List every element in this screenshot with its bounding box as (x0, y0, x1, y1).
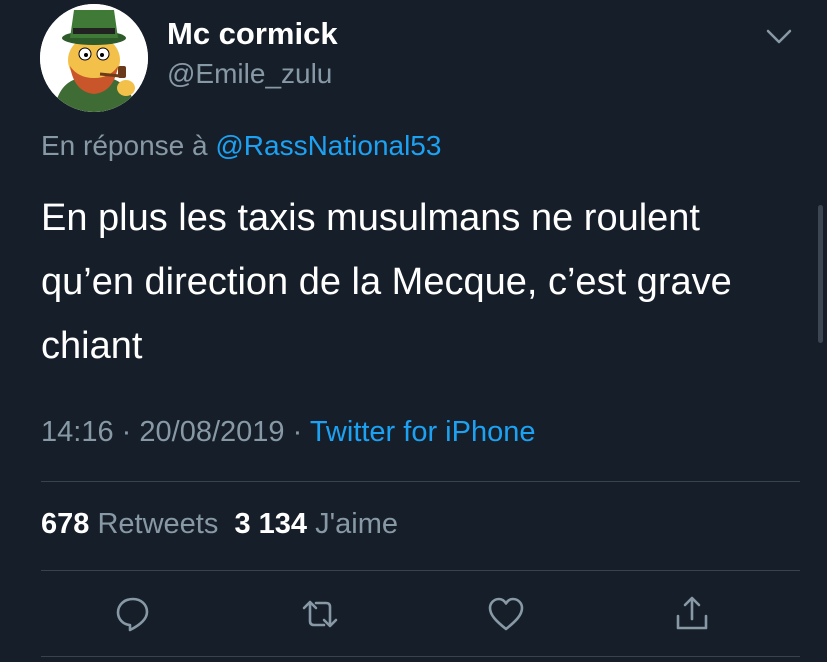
tweet-detail: Mc cormick @Emile_zulu En réponse à @Ras… (0, 0, 827, 662)
meta-separator: · (292, 416, 303, 448)
meta-separator: · (121, 416, 132, 448)
divider (41, 481, 800, 482)
user-handle[interactable]: @Emile_zulu (167, 58, 332, 90)
tweet-source-link[interactable]: Twitter for iPhone (310, 416, 536, 448)
likes-stat[interactable]: 3 134 J'aime (234, 508, 398, 540)
reply-prefix: En réponse à (41, 130, 208, 161)
share-button[interactable] (672, 594, 712, 634)
avatar-image (40, 4, 148, 112)
reply-button[interactable] (113, 594, 153, 634)
likes-label: J'aime (315, 508, 399, 540)
chevron-down-icon[interactable] (766, 28, 792, 46)
like-button[interactable] (486, 594, 526, 634)
reply-context: En réponse à @RassNational53 (41, 130, 441, 162)
retweet-icon (302, 600, 338, 628)
tweet-time[interactable]: 14:16 (41, 416, 114, 448)
retweets-label: Retweets (97, 508, 219, 540)
divider (41, 570, 800, 571)
retweets-count: 678 (41, 508, 90, 540)
display-name[interactable]: Mc cormick (167, 16, 338, 52)
retweets-stat[interactable]: 678 Retweets (41, 508, 218, 540)
tweet-meta: 14:16 · 20/08/2019 · Twitter for iPhone (41, 416, 535, 449)
reply-icon (116, 597, 149, 632)
tweet-stats: 678 Retweets 3 134 J'aime (41, 508, 398, 541)
like-icon (488, 597, 524, 631)
avatar[interactable] (40, 4, 148, 112)
retweet-button[interactable] (300, 594, 340, 634)
scrollbar[interactable] (818, 205, 823, 343)
reply-mention-link[interactable]: @RassNational53 (215, 130, 441, 161)
likes-count: 3 134 (234, 508, 308, 540)
tweet-text: En plus les taxis musulmans ne roulent q… (41, 197, 732, 367)
share-icon (676, 596, 708, 630)
divider (41, 656, 800, 657)
tweet-date[interactable]: 20/08/2019 (139, 416, 284, 448)
